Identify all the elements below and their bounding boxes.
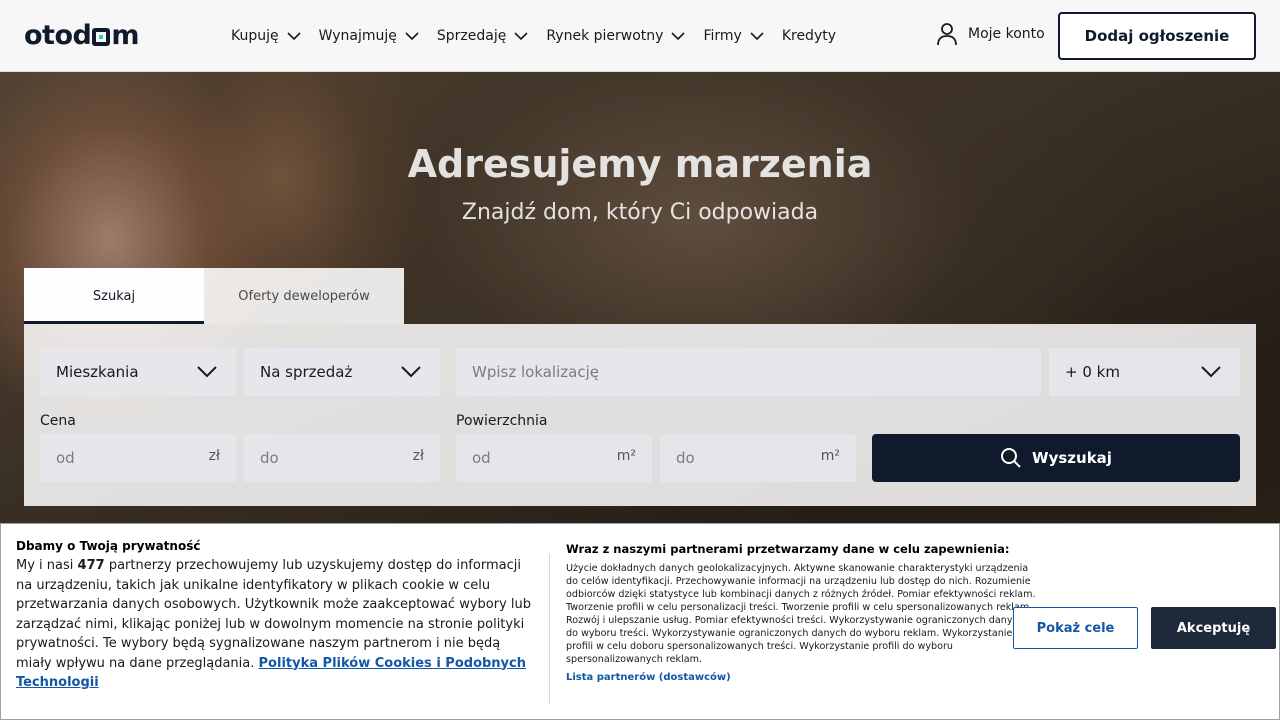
tab-developer-offers[interactable]: Oferty deweloperów — [204, 268, 404, 324]
main-nav: Kupuję Wynajmuję Sprzedaję Rynek pierwot… — [231, 0, 854, 72]
nav-item-label: Sprzedaję — [436, 28, 507, 44]
nav-item-label: Kredyty — [781, 28, 837, 44]
nav-item-sprzedaje[interactable]: Sprzedaję — [437, 28, 528, 44]
transaction-type-value: Na sprzedaż — [260, 363, 353, 381]
nav-item-kredyty[interactable]: Kredyty — [782, 28, 836, 44]
area-unit: m² — [616, 448, 636, 464]
price-unit: zł — [208, 448, 220, 464]
chevron-down-icon — [401, 366, 421, 378]
location-input[interactable]: Wpisz lokalizację — [456, 348, 1041, 396]
area-to-placeholder: do — [676, 449, 695, 467]
cookie-purposes-title: Wraz z naszymi partnerami przetwarzamy d… — [566, 542, 1010, 556]
nav-item-label: Firmy — [703, 28, 742, 44]
search-button[interactable]: Wyszukaj — [872, 434, 1240, 482]
tab-search[interactable]: Szukaj — [24, 268, 204, 324]
area-unit: m² — [820, 448, 840, 464]
price-from-placeholder: od — [56, 449, 75, 467]
my-account-label: Moje konto — [968, 26, 1045, 42]
my-account-link[interactable]: Moje konto — [936, 22, 1045, 46]
cookie-body-prefix: My i nasi — [16, 558, 74, 573]
cookie-body-text: partnerzy przechowujemy lub uzyskujemy d… — [16, 558, 532, 671]
price-to-input[interactable]: do zł — [244, 434, 440, 482]
chevron-down-icon — [1201, 366, 1221, 378]
property-type-value: Mieszkania — [56, 363, 139, 381]
price-label: Cena — [40, 413, 76, 429]
logo-text-end: m — [111, 19, 139, 51]
location-placeholder: Wpisz lokalizację — [472, 363, 599, 381]
nav-item-wynajmuje[interactable]: Wynajmuję — [319, 28, 419, 44]
user-icon — [937, 23, 957, 46]
nav-item-kupuje[interactable]: Kupuję — [231, 28, 301, 44]
chevron-down-icon — [514, 32, 528, 41]
cookie-consent-banner: Dbamy o Twoją prywatność My i nasi 477 p… — [0, 523, 1280, 720]
hero-subtitle: Znajdź dom, który Ci odpowiada — [461, 200, 819, 225]
partners-list-link[interactable]: Lista partnerów (dostawców) — [566, 672, 1036, 683]
price-to-placeholder: do — [260, 449, 279, 467]
price-from-input[interactable]: od zł — [40, 434, 236, 482]
partner-count: 477 — [77, 558, 105, 573]
chevron-down-icon — [671, 32, 686, 41]
search-button-label: Wyszukaj — [1032, 449, 1112, 467]
chevron-down-icon — [197, 366, 217, 378]
cookie-body: My i nasi 477 partnerzy przechowujemy lu… — [16, 556, 536, 693]
nav-item-label: Wynajmuję — [318, 28, 397, 44]
distance-value: + 0 km — [1065, 363, 1120, 381]
accept-cookies-button[interactable]: Akceptuję — [1151, 607, 1276, 649]
search-panel: Mieszkania Na sprzedaż Wpisz lokalizację… — [24, 324, 1256, 506]
search-icon — [1001, 448, 1021, 468]
otodom-logo[interactable]: otod m — [24, 18, 139, 52]
area-from-placeholder: od — [472, 449, 491, 467]
chevron-down-icon — [405, 32, 419, 41]
nav-item-firmy[interactable]: Firmy — [703, 28, 764, 44]
add-listing-button[interactable]: Dodaj ogłoszenie — [1058, 12, 1256, 60]
area-from-input[interactable]: od m² — [456, 434, 652, 482]
cookie-purposes: Wraz z naszymi partnerami przetwarzamy d… — [566, 542, 1036, 683]
site-header: otod m Kupuję Wynajmuję Sprzedaję Rynek … — [0, 0, 1280, 72]
chevron-down-icon — [287, 32, 301, 41]
hero-title: Adresujemy marzenia — [407, 142, 873, 186]
search-tabs: Szukaj Oferty deweloperów — [24, 268, 404, 324]
price-unit: zł — [412, 448, 424, 464]
logo-text-start: otod — [24, 19, 92, 51]
chevron-down-icon — [750, 32, 764, 41]
transaction-type-select[interactable]: Na sprzedaż — [244, 348, 440, 396]
cookie-intro: Dbamy o Twoją prywatność My i nasi 477 p… — [16, 539, 536, 693]
show-purposes-button[interactable]: Pokaż cele — [1013, 607, 1138, 649]
cookie-purposes-text: Użycie dokładnych danych geolokalizacyjn… — [566, 563, 1036, 665]
nav-item-label: Kupuję — [231, 28, 279, 44]
cookie-title: Dbamy o Twoją prywatność — [16, 539, 201, 553]
nav-item-rynek-pierwotny[interactable]: Rynek pierwotny — [546, 28, 686, 44]
distance-select[interactable]: + 0 km — [1049, 348, 1240, 396]
nav-item-label: Rynek pierwotny — [546, 28, 664, 44]
area-to-input[interactable]: do m² — [660, 434, 856, 482]
area-label: Powierzchnia — [456, 413, 548, 429]
property-type-select[interactable]: Mieszkania — [40, 348, 236, 396]
logo-house-icon — [92, 28, 111, 46]
cookie-divider — [549, 554, 550, 704]
